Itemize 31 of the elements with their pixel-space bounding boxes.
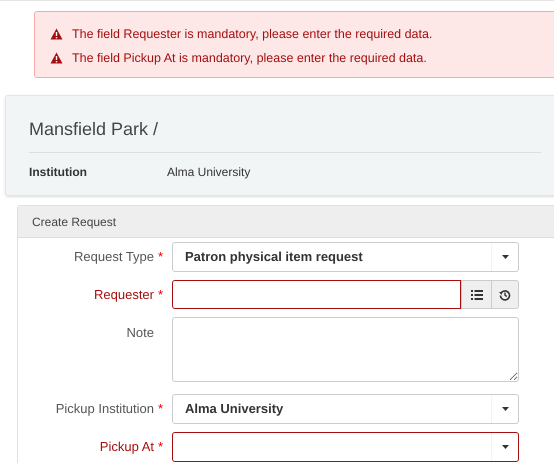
note-field[interactable] — [172, 317, 519, 382]
required-marker: * — [158, 438, 164, 456]
requester-field[interactable] — [172, 280, 461, 309]
list-button[interactable] — [461, 280, 492, 309]
caret-icon — [502, 407, 508, 411]
field-label: Note — [126, 324, 154, 342]
warning-icon — [50, 28, 63, 40]
record-title: Mansfield Park / — [29, 116, 541, 153]
history-icon — [499, 288, 511, 300]
dropdown-field[interactable]: Patron physical item request — [172, 242, 519, 272]
history-button[interactable] — [492, 280, 519, 309]
required-marker: * — [158, 248, 164, 266]
form-header: Create Request — [18, 206, 554, 238]
field-label: Requester — [94, 286, 154, 304]
alert-message: The field Requester is mandatory, please enter the required data. — [72, 26, 432, 43]
field-label: Request Type — [74, 248, 154, 266]
caret-icon — [502, 255, 508, 259]
list-icon — [470, 290, 482, 300]
required-marker: * — [158, 286, 164, 304]
dropdown-field[interactable]: Alma University — [172, 394, 519, 424]
dropdown-value: Patron physical item request — [184, 248, 364, 266]
dropdown-field[interactable] — [172, 432, 519, 462]
dropdown-value: Alma University — [184, 400, 284, 418]
required-marker: * — [158, 400, 164, 418]
field-label: Pickup Institution — [56, 400, 154, 418]
detail-value: Alma University — [167, 164, 250, 181]
field-label: Pickup At — [100, 438, 154, 456]
alert-message: The field Pickup At is mandatory, please enter the required data. — [72, 50, 427, 67]
warning-icon — [50, 52, 63, 64]
detail-label: Institution — [29, 164, 88, 181]
caret-icon — [502, 445, 508, 449]
